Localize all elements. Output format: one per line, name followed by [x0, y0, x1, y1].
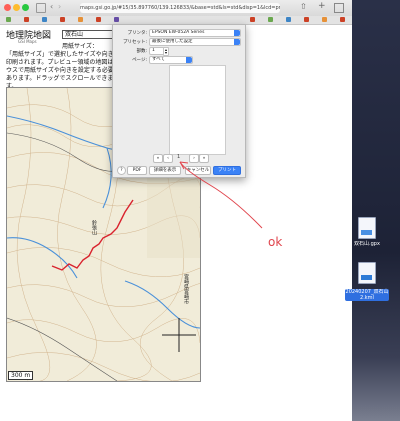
file-name: 20240207_双石山 2.kml: [344, 289, 390, 301]
annotation-arrow: [179, 161, 263, 229]
file-name: 双石山.gpx: [354, 241, 380, 247]
desktop-file-kml[interactable]: 20240207_双石山 2.kml: [342, 262, 392, 303]
desktop-file-gpx[interactable]: 双石山.gpx: [342, 217, 392, 247]
kml-file-icon: [358, 262, 376, 284]
gpx-file-icon: [358, 217, 376, 239]
annotation-ok-text: ok: [268, 235, 283, 249]
